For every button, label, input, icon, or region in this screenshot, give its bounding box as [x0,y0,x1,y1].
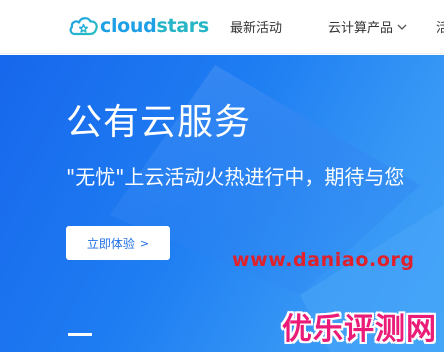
top-navbar: cloudstars 最新活动 云计算产品 活动 [0,0,444,54]
brand-logo[interactable]: cloudstars [68,11,209,41]
chevron-down-icon [397,24,407,30]
arrow-right-icon: > [139,236,150,250]
try-now-button[interactable]: 立即体验 > [66,226,170,260]
hero-subtitle: "无忧"上云活动火热进行中，期待与您 [66,165,405,189]
nav-latest-activities[interactable]: 最新活动 [230,17,282,36]
carousel-indicator[interactable] [68,333,92,336]
brand-name-part2: stars [156,15,209,37]
brand-name: cloudstars [100,15,209,37]
watermark-site-name: 优乐评测网 [282,312,437,347]
hero-banner: 公有云服务 "无忧"上云活动火热进行中，期待与您 立即体验 > [0,55,444,352]
try-now-label: 立即体验 [86,236,135,251]
nav-cloud-products[interactable]: 云计算产品 [328,17,407,36]
watermark-url: www.daniao.org [232,249,415,271]
nav-more[interactable]: 活动 [436,17,444,36]
brand-name-part1: cloud [100,15,157,37]
cloud-star-icon [69,17,98,36]
hero-title: 公有云服务 [66,102,252,143]
nav-cloud-products-label: 云计算产品 [328,21,394,36]
